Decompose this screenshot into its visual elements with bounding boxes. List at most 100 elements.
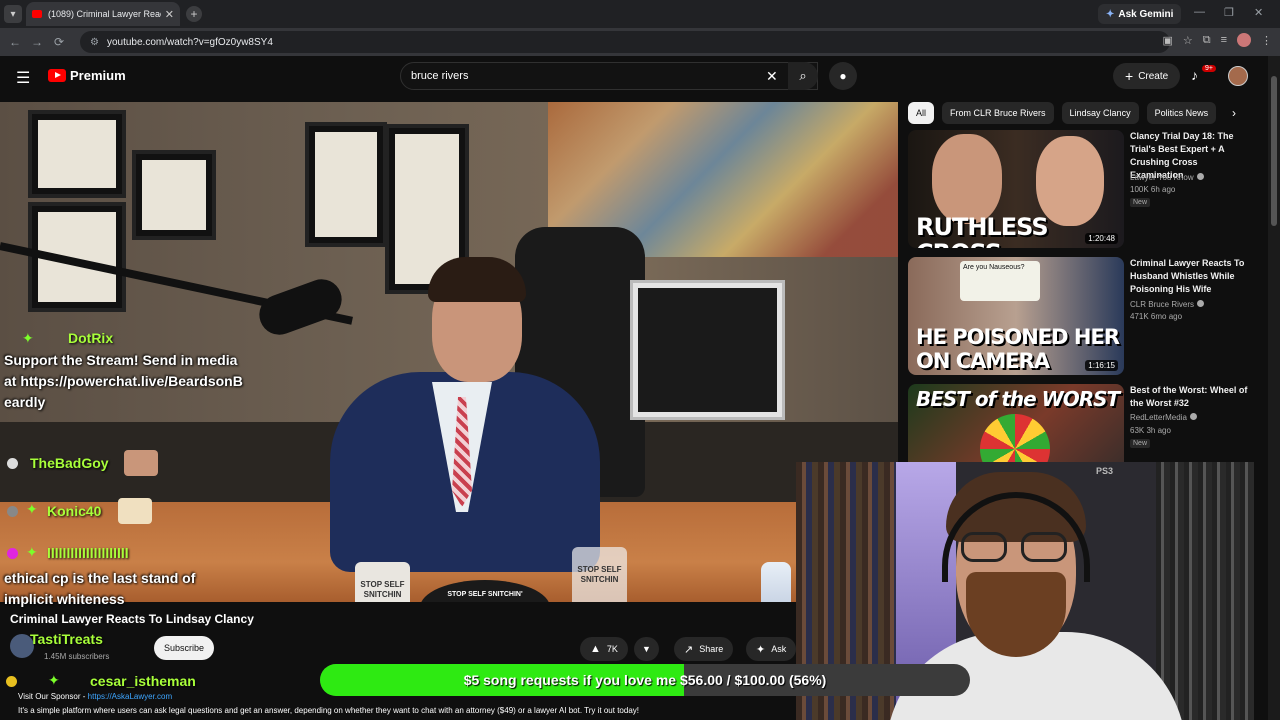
create-label: Create: [1138, 70, 1169, 82]
rec-title-3[interactable]: Best of the Worst: Wheel of the Worst #3…: [1130, 384, 1250, 410]
thumbnail-text-3: BEST of the WORST: [916, 387, 1120, 411]
video-description: It's a simple platform where users can a…: [18, 706, 639, 715]
computer-monitor: [630, 280, 785, 420]
verified-icon: [1196, 173, 1204, 180]
ask-button[interactable]: ✦ Ask: [746, 637, 797, 661]
browser-profile-avatar[interactable]: [1237, 33, 1251, 47]
duration-2: 1:16:15: [1085, 360, 1118, 371]
lawyer-hair: [428, 257, 526, 302]
extensions-icon[interactable]: ⧉: [1203, 34, 1211, 47]
share-button[interactable]: ↗ Share: [674, 637, 734, 661]
share-icon: ↗: [684, 643, 694, 656]
user-avatar-icon: [7, 506, 18, 517]
browser-menu-icon[interactable]: ⋮: [1261, 34, 1272, 47]
emote-cat: [118, 498, 152, 524]
diploma-frame: [28, 110, 126, 198]
subscribe-button[interactable]: Subscribe: [154, 636, 215, 660]
subscriber-count: 1.45M subscribers: [44, 652, 110, 661]
forward-button[interactable]: →: [26, 35, 48, 49]
mug-left: STOP SELF SNITCHIN: [355, 562, 410, 602]
search-button[interactable]: ⌕: [788, 62, 818, 90]
frame-center-left: [305, 122, 387, 247]
ask-gemini-button[interactable]: ✦ Ask Gemini: [1098, 4, 1182, 24]
sponsor-prefix: Visit Our Sponsor -: [18, 692, 88, 701]
site-info-icon[interactable]: ⚙: [90, 37, 99, 48]
page-scrollbar[interactable]: [1268, 56, 1280, 720]
like-count: 7K: [606, 644, 618, 654]
bookmark-star-icon[interactable]: ☆: [1183, 34, 1193, 47]
user-badge-icon: ✦: [26, 544, 38, 560]
rec-channel-3[interactable]: RedLetterMedia: [1130, 413, 1197, 422]
back-button[interactable]: ←: [4, 35, 26, 49]
ask-label: Ask: [771, 644, 787, 654]
address-bar[interactable]: ⚙ youtube.com/watch?v=gfOz0yw8SY4: [80, 31, 1170, 53]
dislike-button[interactable]: ▼: [634, 637, 659, 661]
guide-menu-icon[interactable]: ☰: [16, 68, 30, 88]
new-tab-button[interactable]: +: [186, 6, 202, 22]
rec-meta-3: 63K 3h ago: [1130, 426, 1171, 435]
chip-from-clr[interactable]: From CLR Bruce Rivers: [942, 102, 1054, 124]
thumbnail-2[interactable]: Are you Nauseous? HE POISONED HER ON CAM…: [908, 257, 1124, 375]
mug-right: STOP SELF SNITCHIN: [572, 547, 627, 602]
thumb-note-2: Are you Nauseous?: [960, 261, 1040, 301]
toolbar-icons: ▣ ☆ ⧉ ≡ ⋮: [1162, 33, 1272, 47]
media-icon[interactable]: ≡: [1221, 34, 1227, 46]
rec-channel-2[interactable]: CLR Bruce Rivers: [1130, 300, 1205, 309]
sponsor-link[interactable]: https://AskaLawyer.com: [88, 692, 172, 701]
chip-lindsay-clancy[interactable]: Lindsay Clancy: [1061, 102, 1139, 124]
filter-chips: All From CLR Bruce Rivers Lindsay Clancy…: [908, 102, 1248, 124]
verified-icon: [1189, 413, 1197, 420]
like-button[interactable]: ▲ 7K: [580, 637, 628, 661]
water-bottle: [761, 562, 791, 602]
install-icon[interactable]: ▣: [1162, 34, 1172, 47]
emote-face: [124, 450, 158, 476]
rec-title-2[interactable]: Criminal Lawyer Reacts To Husband Whistl…: [1130, 257, 1250, 296]
tab-title: (1089) Criminal Lawyer Reacts T: [48, 9, 161, 19]
browser-tab-active[interactable]: (1089) Criminal Lawyer Reacts T ✕: [26, 2, 180, 26]
maximize-button[interactable]: ❐: [1224, 6, 1234, 19]
share-label: Share: [699, 644, 724, 654]
mug-left-text: STOP SELF SNITCHIN: [360, 580, 405, 599]
tab-close-icon[interactable]: ✕: [165, 8, 174, 21]
search-query: bruce rivers: [411, 70, 469, 82]
user-avatar-icon: [6, 676, 17, 687]
chip-all[interactable]: All: [908, 102, 935, 124]
tab-search-button[interactable]: ▾: [4, 5, 22, 23]
create-button[interactable]: + Create: [1113, 63, 1181, 89]
minimize-button[interactable]: —: [1194, 6, 1205, 18]
youtube-logo[interactable]: Premium: [48, 68, 126, 83]
rec-badge-3: New: [1130, 439, 1151, 448]
search-clear-icon[interactable]: ✕: [766, 68, 778, 85]
thumb-face-man: [932, 134, 1002, 224]
reload-button[interactable]: ⟳: [48, 35, 70, 49]
search-input[interactable]: bruce rivers: [400, 62, 818, 90]
sponsor-line: Visit Our Sponsor - https://AskaLawyer.c…: [18, 692, 172, 701]
rec-badge-1: New: [1130, 198, 1151, 207]
shelf-right: [1156, 462, 1254, 720]
browser-tab-strip: ▾ (1089) Criminal Lawyer Reacts T ✕ + ✦ …: [0, 0, 1280, 28]
account-avatar[interactable]: [1228, 66, 1248, 86]
chip-politics-news[interactable]: Politics News: [1146, 102, 1217, 124]
rec-channel-name-3: RedLetterMedia: [1130, 413, 1187, 422]
plus-icon: +: [1125, 68, 1134, 84]
recommendation-2[interactable]: Are you Nauseous? HE POISONED HER ON CAM…: [908, 257, 1248, 377]
recommendation-1[interactable]: RUTHLESS CROSS 1:20:48 Clancy Trial Day …: [908, 130, 1248, 250]
youtube-favicon-icon: [32, 10, 42, 18]
window-close-button[interactable]: ✕: [1254, 6, 1263, 19]
notifications-bell-icon[interactable]: ♪: [1191, 67, 1198, 83]
scrollbar-thumb[interactable]: [1271, 76, 1277, 226]
chips-next-icon[interactable]: ›: [1232, 106, 1236, 120]
rec-channel-1[interactable]: Lawyer You Know: [1130, 173, 1204, 182]
duration-1: 1:20:48: [1085, 233, 1118, 244]
video-title: Criminal Lawyer Reacts To Lindsay Clancy: [10, 612, 254, 626]
thumbnail-1[interactable]: RUTHLESS CROSS 1:20:48: [908, 130, 1124, 248]
donation-goal-text: $5 song requests if you love me $56.00 /…: [463, 672, 827, 688]
premium-label: Premium: [70, 68, 126, 83]
rec-channel-name-1: Lawyer You Know: [1130, 173, 1194, 182]
ask-gemini-label: Ask Gemini: [1118, 8, 1174, 20]
gemini-icon: ✦: [1106, 8, 1115, 20]
channel-name[interactable]: TastiTreats: [30, 631, 103, 647]
sparkle-icon: ✦: [756, 643, 766, 656]
chat-user-1: DotRix: [68, 330, 114, 346]
voice-search-button[interactable]: ●: [829, 62, 857, 90]
